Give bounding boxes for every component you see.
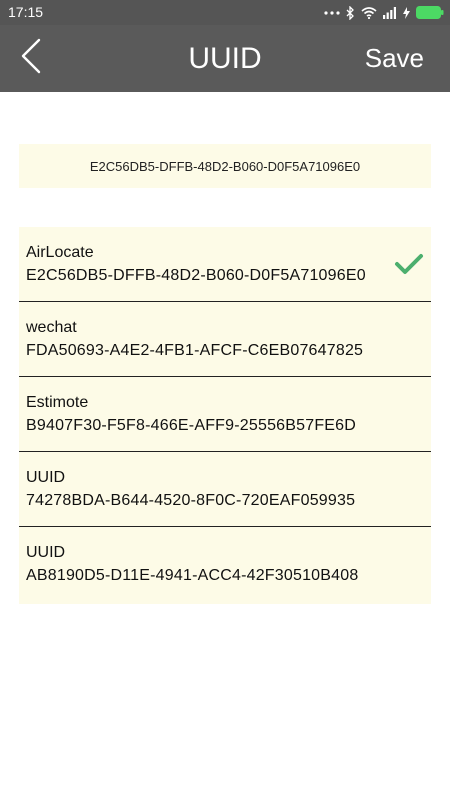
uuid-item-name: AirLocate bbox=[26, 244, 94, 261]
uuid-list-item-uuid-2[interactable]: UUID AB8190D5-D11E-4941-ACC4-42F30510B40… bbox=[19, 527, 431, 604]
app-bar: UUID Save bbox=[0, 25, 450, 92]
save-button[interactable]: Save bbox=[365, 25, 424, 92]
uuid-input[interactable] bbox=[19, 144, 431, 188]
battery-icon bbox=[416, 6, 444, 19]
more-dots-icon bbox=[324, 10, 340, 16]
uuid-item-value: FDA50693-A4E2-4FB1-AFCF-C6EB07647825 bbox=[26, 342, 364, 359]
status-bar: 17:15 bbox=[0, 0, 450, 25]
back-button[interactable] bbox=[20, 33, 70, 83]
check-icon bbox=[394, 252, 424, 276]
status-time: 17:15 bbox=[8, 4, 44, 20]
uuid-item-name: UUID bbox=[26, 469, 66, 486]
uuid-item-name: UUID bbox=[26, 544, 66, 561]
status-icons bbox=[324, 4, 444, 21]
uuid-item-value: 74278BDA-B644-4520-8F0C-720EAF059935 bbox=[26, 492, 356, 509]
uuid-item-value: E2C56DB5-DFFB-48D2-B060-D0F5A71096E0 bbox=[26, 267, 366, 284]
uuid-list: AirLocate E2C56DB5-DFFB-48D2-B060-D0F5A7… bbox=[19, 227, 431, 604]
uuid-item-value: AB8190D5-D11E-4941-ACC4-42F30510B408 bbox=[26, 567, 359, 584]
wifi-icon bbox=[361, 6, 377, 19]
uuid-item-name: wechat bbox=[26, 319, 77, 336]
chevron-left-icon bbox=[20, 38, 42, 79]
uuid-item-name: Estimote bbox=[26, 394, 89, 411]
uuid-input-container bbox=[19, 144, 431, 188]
signal-icon bbox=[383, 6, 397, 19]
uuid-list-item-airlocate[interactable]: AirLocate E2C56DB5-DFFB-48D2-B060-D0F5A7… bbox=[19, 227, 431, 302]
uuid-list-item-estimote[interactable]: Estimote B9407F30-F5F8-466E-AFF9-25556B5… bbox=[19, 377, 431, 452]
charging-icon bbox=[403, 6, 410, 19]
uuid-list-item-uuid-1[interactable]: UUID 74278BDA-B644-4520-8F0C-720EAF05993… bbox=[19, 452, 431, 527]
uuid-item-value: B9407F30-F5F8-466E-AFF9-25556B57FE6D bbox=[26, 417, 357, 434]
uuid-list-item-wechat[interactable]: wechat FDA50693-A4E2-4FB1-AFCF-C6EB07647… bbox=[19, 302, 431, 377]
bluetooth-icon bbox=[346, 5, 355, 20]
